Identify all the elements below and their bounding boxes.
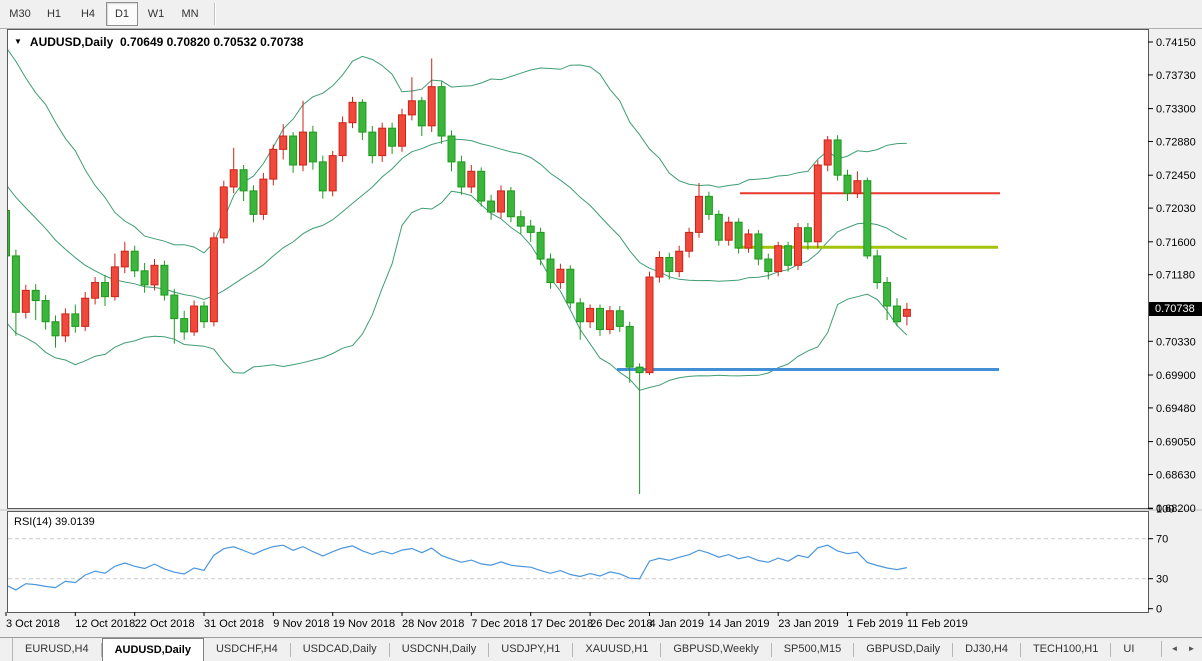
price-axis: 0.74150 0.73730 0.73300 0.72880 0.72450 0.720… <box>1148 37 1196 515</box>
date-axis-label: 28 Nov 2018 <box>402 618 464 630</box>
chart-tab-bar: EURUSD,H4AUDUSD,DailyUSDCHF,H4USDCAD,Dai… <box>0 637 1202 661</box>
tab-scroll-right-button[interactable]: ► <box>1183 640 1200 658</box>
price-axis-label: 0.73300 <box>1156 104 1196 116</box>
price-axis-label: 0.71600 <box>1156 237 1196 249</box>
date-axis-label: 11 Feb 2019 <box>907 618 968 630</box>
price-axis-label: 0.71180 <box>1156 270 1195 282</box>
chart-tab-gbpusd-weekly[interactable]: GBPUSD,Weekly <box>661 638 770 661</box>
chart-tab-gbpusd-daily[interactable]: GBPUSD,Daily <box>854 638 952 661</box>
tab-nav-divider <box>1161 641 1162 657</box>
rsi-axis: 10070300 <box>1148 504 1174 616</box>
chart-tab-usdchf-h4[interactable]: USDCHF,H4 <box>204 638 290 661</box>
chart-tab-audusd-daily[interactable]: AUDUSD,Daily <box>102 638 204 661</box>
chart-tab-sp500-m15[interactable]: SP500,M15 <box>772 638 853 661</box>
rsi-indicator-label: RSI(14) 39.0139 <box>14 516 95 528</box>
date-axis-label: 31 Oct 2018 <box>204 618 264 630</box>
timeframe-toolbar: M30H1H4D1W1MN <box>0 0 1202 29</box>
current-price-tag: 0.70738 <box>1149 302 1202 316</box>
rsi-indicator-panel[interactable] <box>7 511 1149 613</box>
date-axis-label: 23 Jan 2019 <box>778 618 839 630</box>
date-axis-label: 3 Oct 2018 <box>6 618 60 630</box>
date-axis-label: 17 Dec 2018 <box>531 618 593 630</box>
timeframe-button-m30[interactable]: M30 <box>4 2 36 26</box>
tab-scroll-nav: ◄ ► <box>1161 639 1200 659</box>
rsi-axis-label: 70 <box>1156 534 1168 546</box>
timeframe-button-h1[interactable]: H1 <box>38 2 70 26</box>
chart-tab-tech100-h1[interactable]: TECH100,H1 <box>1021 638 1110 661</box>
rsi-axis-label: 0 <box>1156 604 1162 616</box>
timeframe-button-mn[interactable]: MN <box>174 2 206 26</box>
mt4-window: M30H1H4D1W1MN 0.74150 0.73730 0.73300 0.728… <box>0 0 1202 661</box>
date-axis-label: 12 Oct 2018 <box>75 618 135 630</box>
price-axis-label: 0.72450 <box>1156 170 1196 182</box>
date-axis-label: 14 Jan 2019 <box>709 618 770 630</box>
date-axis-label: 22 Oct 2018 <box>135 618 195 630</box>
chart-tab-ui[interactable]: UI <box>1111 638 1146 661</box>
date-axis-label: 4 Jan 2019 <box>650 618 704 630</box>
toolbar-divider <box>214 3 216 25</box>
price-axis-label: 0.73730 <box>1156 70 1196 82</box>
chart-tab-usdcad-daily[interactable]: USDCAD,Daily <box>291 638 389 661</box>
timeframe-button-h4[interactable]: H4 <box>72 2 104 26</box>
price-axis-label: 0.72880 <box>1156 137 1196 149</box>
chart-tab-usdjpy-h1[interactable]: USDJPY,H1 <box>489 638 572 661</box>
price-axis-label: 0.69900 <box>1156 370 1196 382</box>
tab-bar-stub <box>0 638 13 661</box>
chart-tab-usdcnh-daily[interactable]: USDCNH,Daily <box>390 638 489 661</box>
price-chart-panel[interactable] <box>7 29 1149 509</box>
date-axis-label: 7 Dec 2018 <box>471 618 527 630</box>
price-axis-label: 0.69050 <box>1156 437 1196 449</box>
chart-tab-eurusd-h4[interactable]: EURUSD,H4 <box>13 638 101 661</box>
date-axis-label: 19 Nov 2018 <box>333 618 395 630</box>
chart-symbol-period: AUDUSD,Daily <box>30 35 113 49</box>
rsi-axis-label: 30 <box>1156 574 1168 586</box>
timeframe-button-d1[interactable]: D1 <box>106 2 138 26</box>
date-axis: 3 Oct 2018 12 Oct 201822 Oct 2018 31 Oct 2… <box>6 612 968 630</box>
timeframe-button-w1[interactable]: W1 <box>140 2 172 26</box>
date-axis-label: 9 Nov 2018 <box>273 618 329 630</box>
price-axis-label: 0.70330 <box>1156 336 1196 348</box>
chart-title: ▼ AUDUSD,Daily 0.70649 0.70820 0.70532 0.… <box>14 35 303 49</box>
price-axis-label: 0.74150 <box>1156 37 1196 49</box>
chart-tab-dj30-h4[interactable]: DJ30,H4 <box>953 638 1020 661</box>
chevron-down-icon[interactable]: ▼ <box>14 37 22 46</box>
date-axis-label: 1 Feb 2019 <box>848 618 904 630</box>
tab-scroll-left-button[interactable]: ◄ <box>1166 640 1183 658</box>
chart-ohlc-quote: 0.70649 0.70820 0.70532 0.70738 <box>120 35 304 49</box>
price-axis-label: 0.68630 <box>1156 470 1196 482</box>
price-axis-label: 0.69480 <box>1156 403 1196 415</box>
date-axis-label: 26 Dec 2018 <box>590 618 652 630</box>
chart-tab-xauusd-h1[interactable]: XAUUSD,H1 <box>573 638 660 661</box>
price-axis-label: 0.72030 <box>1156 203 1196 215</box>
